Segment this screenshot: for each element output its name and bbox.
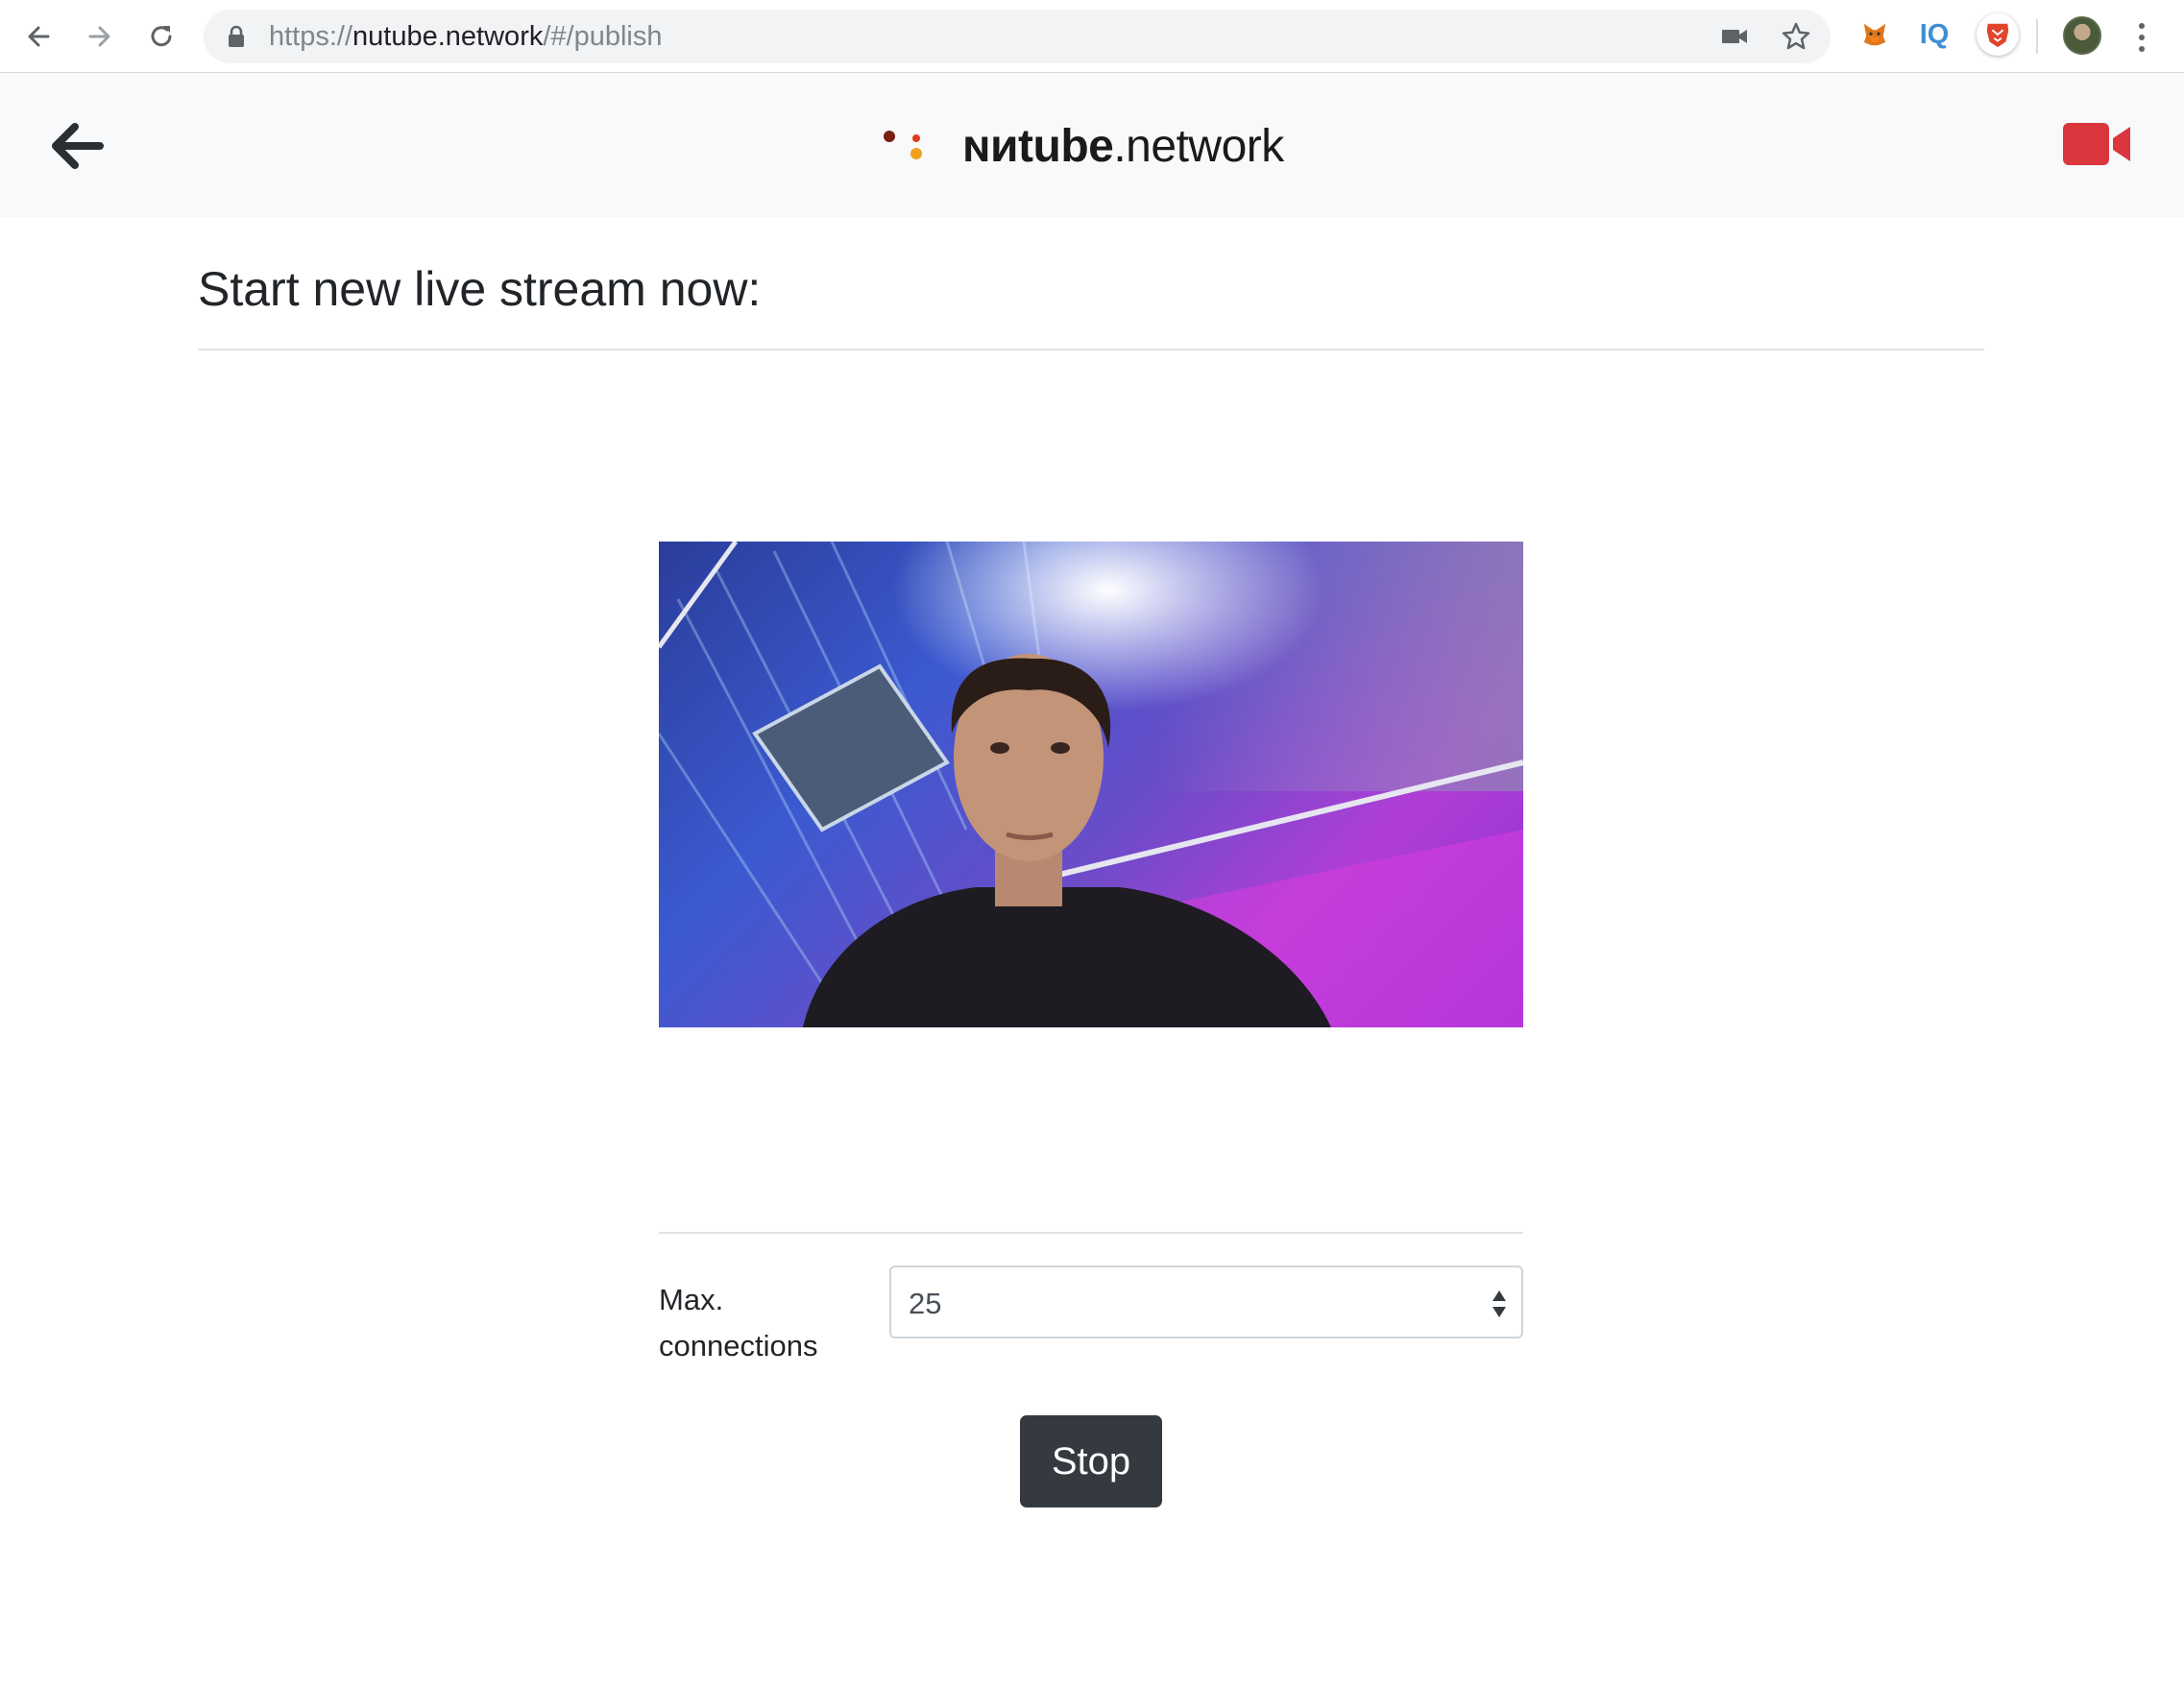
arrow-right-icon: [88, 26, 110, 47]
iq-label: IQ: [1919, 18, 1950, 50]
max-connections-label: Max. connections: [659, 1283, 818, 1362]
fox-icon: [1863, 23, 1886, 46]
camera-preview-video: [659, 542, 1523, 1027]
browser-forward-button[interactable]: [77, 13, 123, 60]
page-title: Start new live stream now:: [198, 262, 762, 316]
lock-icon: [229, 25, 244, 47]
video-camera-icon[interactable]: [2063, 121, 2132, 167]
logo-text-bold: ɴиtube: [962, 120, 1114, 172]
arrow-left-icon: [28, 26, 50, 47]
browser-back-button[interactable]: [15, 13, 61, 60]
camera-in-use-icon[interactable]: [1719, 21, 1750, 52]
browser-toolbar: https://nutube.network/#/publish IQ: [0, 0, 2184, 73]
brave-extension-button[interactable]: [1977, 13, 2019, 56]
iq-extension-button[interactable]: IQ: [1915, 15, 1953, 54]
back-arrow-icon[interactable]: [46, 115, 108, 177]
url-host: nutube.network: [352, 21, 544, 52]
logo-text-domain: .network: [1113, 120, 1284, 172]
profile-avatar[interactable]: [2063, 16, 2101, 55]
max-connections-value: 25: [909, 1287, 942, 1320]
lion-shield-icon: [1986, 23, 2009, 48]
browser-reload-button[interactable]: [138, 13, 184, 60]
site-header: ɴиtube.network: [0, 73, 2184, 217]
address-bar[interactable]: https://nutube.network/#/publish: [204, 10, 1831, 63]
select-arrows-icon: [1492, 1290, 1506, 1317]
stop-button[interactable]: Stop: [1020, 1415, 1162, 1507]
url-scheme: https://: [269, 21, 353, 52]
form-divider: [659, 1232, 1523, 1234]
camera-preview-scene: [659, 542, 1523, 1027]
site-logo[interactable]: ɴиtube.network: [880, 115, 1284, 177]
url-path: /#/publish: [543, 21, 663, 52]
reload-icon: [151, 26, 172, 47]
url-text: https://nutube.network/#/publish: [269, 21, 663, 52]
title-divider: [198, 349, 1984, 350]
logo-dots-icon: [880, 115, 937, 177]
more-options-icon[interactable]: [2132, 21, 2151, 54]
metamask-extension-button[interactable]: [1856, 15, 1894, 54]
toolbar-divider: [2036, 19, 2038, 54]
star-icon[interactable]: [1781, 21, 1811, 52]
logo-text: ɴиtube.network: [962, 120, 1284, 173]
max-connections-select[interactable]: 25: [889, 1266, 1523, 1338]
